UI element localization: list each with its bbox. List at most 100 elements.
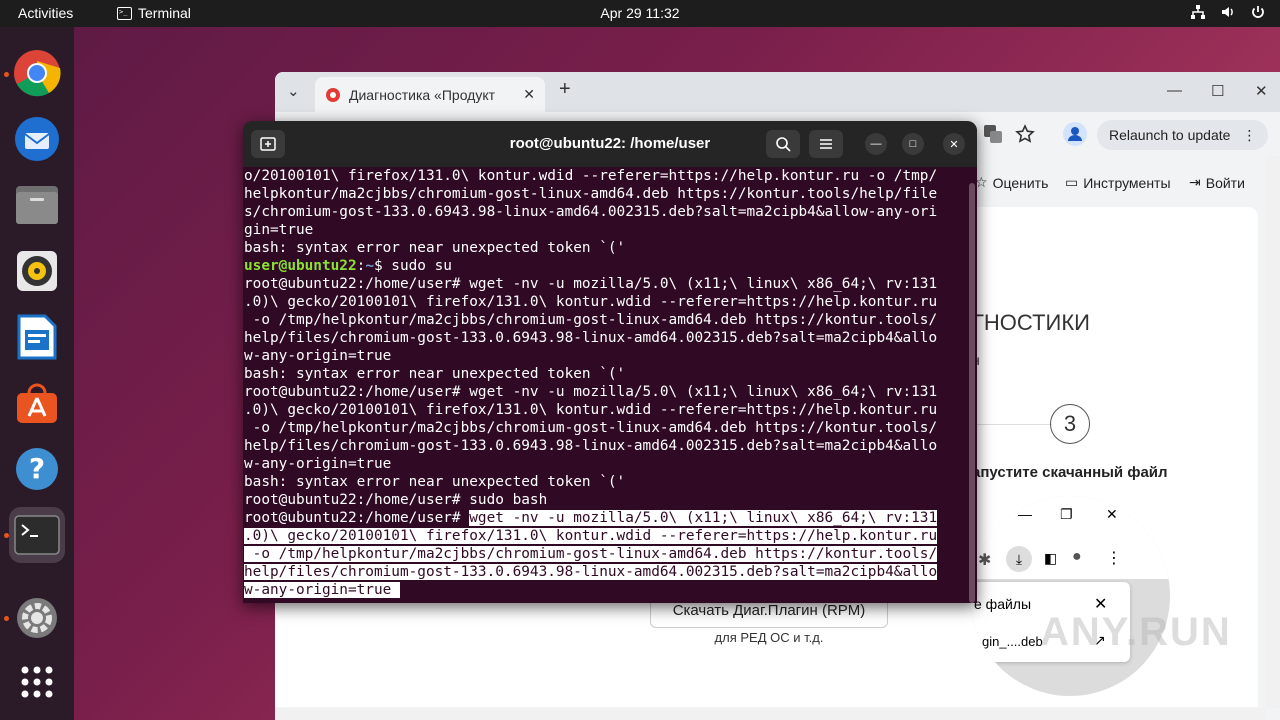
settings-launcher[interactable] <box>9 590 65 646</box>
terminal-title: root@ubuntu22: /home/user <box>509 135 711 152</box>
output-line: .0)\ gecko/20100101\ firefox/131.0\ kont… <box>244 294 938 310</box>
app-grid-icon <box>21 666 53 698</box>
illus-restore-icon: ❐ <box>1060 506 1073 522</box>
system-tray[interactable] <box>1190 4 1266 20</box>
maximize-button[interactable]: ☐ <box>1211 82 1224 100</box>
prompt-user: user@ubuntu22 <box>244 258 357 274</box>
step-number: 3 <box>1050 404 1090 444</box>
step-description: апустите скачанный файл <box>972 464 1168 481</box>
minimize-button[interactable]: — <box>865 133 887 155</box>
output-line: gin=true <box>244 222 314 238</box>
root-prompt: root@ubuntu22:/home/user# <box>244 510 470 526</box>
illus-extension-icon: ✱ <box>978 552 992 569</box>
app-center-launcher[interactable] <box>9 375 65 431</box>
horizontal-scrollbar[interactable] <box>275 708 1265 720</box>
help-launcher[interactable]: ? <box>9 441 65 497</box>
clock[interactable]: Apr 29 11:32 <box>600 5 679 21</box>
output-line: -o /tmp/helpkontur/ma2cjbbs/chromium-gos… <box>244 312 938 328</box>
new-tab-icon <box>260 137 276 151</box>
hamburger-menu-button[interactable] <box>809 130 843 158</box>
output-line: w-any-origin=true <box>244 348 392 364</box>
output-line: .0)\ gecko/20100101\ firefox/131.0\ kont… <box>244 402 938 418</box>
minimize-button[interactable]: — <box>1167 82 1182 99</box>
relaunch-button[interactable]: Relaunch to update ⋮ <box>1097 120 1269 150</box>
illus-profile-icon: ● <box>1072 548 1082 565</box>
terminal-launcher[interactable] <box>9 507 65 563</box>
output-line: o/20100101\ firefox/131.0\ kontur.wdid -… <box>244 168 938 184</box>
top-bar: Activities >_ Terminal Apr 29 11:32 <box>0 0 1280 27</box>
chrome-launcher[interactable] <box>9 45 65 101</box>
illus-file-name: gin_....deb <box>982 634 1043 649</box>
prompt-command: $ sudo su <box>373 258 452 274</box>
monitor-icon: ▭ <box>1065 174 1079 190</box>
files-launcher[interactable] <box>9 177 65 233</box>
thunderbird-launcher[interactable] <box>9 111 65 167</box>
output-line: helpkontur/ma2cjbbs/chromium-gost-linux-… <box>244 186 938 202</box>
terminal-headerbar: root@ubuntu22: /home/user — □ ✕ <box>243 121 977 167</box>
output-line: s/chromium-gost-133.0.6943.98-linux-amd6… <box>244 204 938 220</box>
chrome-icon <box>14 50 61 97</box>
output-line: root@ubuntu22:/home/user# sudo bash <box>244 492 548 508</box>
tab-search-chevron-icon[interactable]: ⌄ <box>287 82 300 100</box>
app-name: Terminal <box>138 5 191 21</box>
download-note: для РЕД ОС и т.д. <box>714 630 824 645</box>
output-line: -o /tmp/helpkontur/ma2cjbbs/chromium-gos… <box>244 420 938 436</box>
illus-download-icon: ⤓ <box>1006 546 1032 572</box>
terminal-icon: >_ <box>117 6 132 20</box>
current-prompt-line: root@ubuntu22:/home/user# wget -nv -u mo… <box>244 509 966 527</box>
writer-launcher[interactable] <box>9 309 65 365</box>
selected-command: -o /tmp/helpkontur/ma2cjbbs/chromium-gos… <box>244 546 938 562</box>
terminal-scrollbar[interactable] <box>969 183 975 603</box>
activities-button[interactable]: Activities <box>18 5 73 21</box>
selected-command: help/files/chromium-gost-133.0.6943.98-l… <box>244 564 938 580</box>
search-icon <box>776 137 791 152</box>
illus-menu-icon: ⋮ <box>1106 550 1122 567</box>
search-button[interactable] <box>766 130 800 158</box>
output-line: root@ubuntu22:/home/user# wget -nv -u mo… <box>244 384 938 400</box>
bookmark-star-icon[interactable] <box>1015 124 1035 144</box>
new-tab-button[interactable]: + <box>559 78 571 101</box>
new-tab-button[interactable] <box>251 130 285 158</box>
more-menu-icon: ⋮ <box>1242 126 1257 143</box>
login-icon: ⇥ <box>1189 174 1201 190</box>
relaunch-label: Relaunch to update <box>1109 127 1231 143</box>
terminal-output[interactable]: o/20100101\ firefox/131.0\ kontur.wdid -… <box>244 167 966 603</box>
site-favicon-icon <box>326 87 340 102</box>
app-center-icon <box>17 383 57 423</box>
maximize-button[interactable]: □ <box>902 133 924 155</box>
thunderbird-icon <box>15 117 59 161</box>
vertical-scrollbar[interactable] <box>1266 156 1280 708</box>
anyrun-watermark: ANY.RUN <box>1040 610 1232 654</box>
dock: ? <box>0 27 74 720</box>
show-apps-button[interactable] <box>9 654 65 710</box>
selected-command: wget -nv -u mozilla/5.0\ (x11;\ linux\ x… <box>469 510 938 526</box>
tab-title: Диагностика «Продукт <box>349 86 496 103</box>
files-icon <box>16 186 58 224</box>
help-icon: ? <box>16 448 58 490</box>
output-line: root@ubuntu22:/home/user# wget -nv -u mo… <box>244 276 938 292</box>
tab-close-icon[interactable]: ✕ <box>523 86 535 103</box>
output-line: bash: syntax error near unexpected token… <box>244 474 626 490</box>
step-divider <box>972 424 1052 425</box>
translate-icon[interactable] <box>983 124 1003 144</box>
prompt-line: user@ubuntu22:~$ sudo su <box>244 258 452 274</box>
rhythmbox-launcher[interactable] <box>9 243 65 299</box>
close-icon: ✕ <box>949 138 959 151</box>
profile-avatar-icon[interactable] <box>1063 122 1087 146</box>
illus-close-icon: ✕ <box>1106 506 1118 522</box>
browser-tab[interactable]: Диагностика «Продукт ✕ <box>315 77 545 112</box>
svg-text:?: ? <box>29 452 45 485</box>
maximize-icon: □ <box>909 138 917 150</box>
close-button[interactable]: ✕ <box>943 133 965 155</box>
volume-icon <box>1222 7 1233 17</box>
app-menu[interactable]: >_ Terminal <box>117 5 191 21</box>
tools-link[interactable]: ▭ Инструменты <box>1065 174 1171 191</box>
power-icon <box>1252 6 1264 18</box>
close-window-button[interactable]: ✕ <box>1255 82 1268 100</box>
illus-popup-title: е файлы <box>974 596 1032 612</box>
output-line: bash: syntax error near unexpected token… <box>244 366 626 382</box>
login-link[interactable]: ⇥ Войти <box>1189 174 1245 191</box>
settings-icon <box>17 598 57 638</box>
rate-link[interactable]: ☆ Оценить <box>975 174 1048 191</box>
writer-icon <box>17 314 57 360</box>
